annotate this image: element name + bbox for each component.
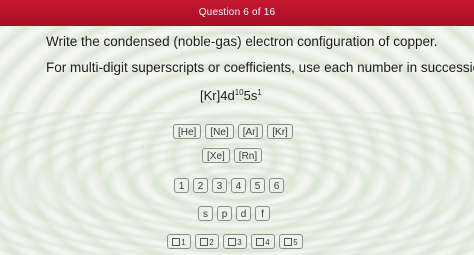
placeholder-box-icon <box>200 238 209 246</box>
number-button-6[interactable]: 6 <box>269 178 284 193</box>
orbital-button-p[interactable]: p <box>217 206 232 221</box>
answer-orbital-2: 5s <box>243 88 258 103</box>
question-instruction: For multi-digit superscripts or coeffici… <box>46 60 474 75</box>
placeholder-box-icon <box>228 238 237 246</box>
superscript-button-4[interactable]: 4 <box>251 234 275 249</box>
answer-core: [Kr] <box>200 88 221 103</box>
answer-input[interactable]: [Kr]4d105s1 <box>200 88 262 103</box>
noble-gas-button-ne[interactable]: [Ne] <box>205 124 234 139</box>
answer-orbital-1: 4d <box>220 88 235 103</box>
orbital-button-f[interactable]: f <box>255 206 270 221</box>
placeholder-box-icon <box>256 238 265 246</box>
noble-gas-button-ar[interactable]: [Ar] <box>237 124 264 139</box>
number-row: 1 2 3 4 5 6 <box>174 178 284 193</box>
number-button-5[interactable]: 5 <box>250 178 265 193</box>
number-button-2[interactable]: 2 <box>193 178 208 193</box>
placeholder-box-icon <box>172 238 181 246</box>
noble-gas-button-rn[interactable]: [Rn] <box>233 148 263 163</box>
superscript-button-3[interactable]: 3 <box>223 234 247 249</box>
question-counter: Question 6 of 16 <box>198 7 276 18</box>
superscript-row: 1 2 3 4 5 <box>167 234 303 249</box>
number-button-1[interactable]: 1 <box>174 178 189 193</box>
orbital-button-d[interactable]: d <box>236 206 251 221</box>
noble-gas-button-kr[interactable]: [Kr] <box>267 124 293 139</box>
orbital-button-s[interactable]: s <box>198 206 213 221</box>
noble-gas-button-he[interactable]: [He] <box>173 124 202 139</box>
answer-superscript-2: 1 <box>257 88 262 97</box>
noble-gas-row-1: [He] [Ne] [Ar] [Kr] <box>173 124 293 139</box>
number-button-4[interactable]: 4 <box>231 178 246 193</box>
superscript-button-1[interactable]: 1 <box>167 234 191 249</box>
question-prompt: Write the condensed (noble-gas) electron… <box>46 34 438 49</box>
orbital-row: s p d f <box>198 206 270 221</box>
noble-gas-button-xe[interactable]: [Xe] <box>202 148 230 163</box>
superscript-button-2[interactable]: 2 <box>195 234 219 249</box>
answer-superscript-1: 10 <box>234 88 244 97</box>
number-button-3[interactable]: 3 <box>212 178 227 193</box>
noble-gas-row-2: [Xe] [Rn] <box>202 148 263 163</box>
placeholder-box-icon <box>284 238 293 246</box>
superscript-button-5[interactable]: 5 <box>279 234 303 249</box>
question-header: Question 6 of 16 <box>0 0 474 26</box>
